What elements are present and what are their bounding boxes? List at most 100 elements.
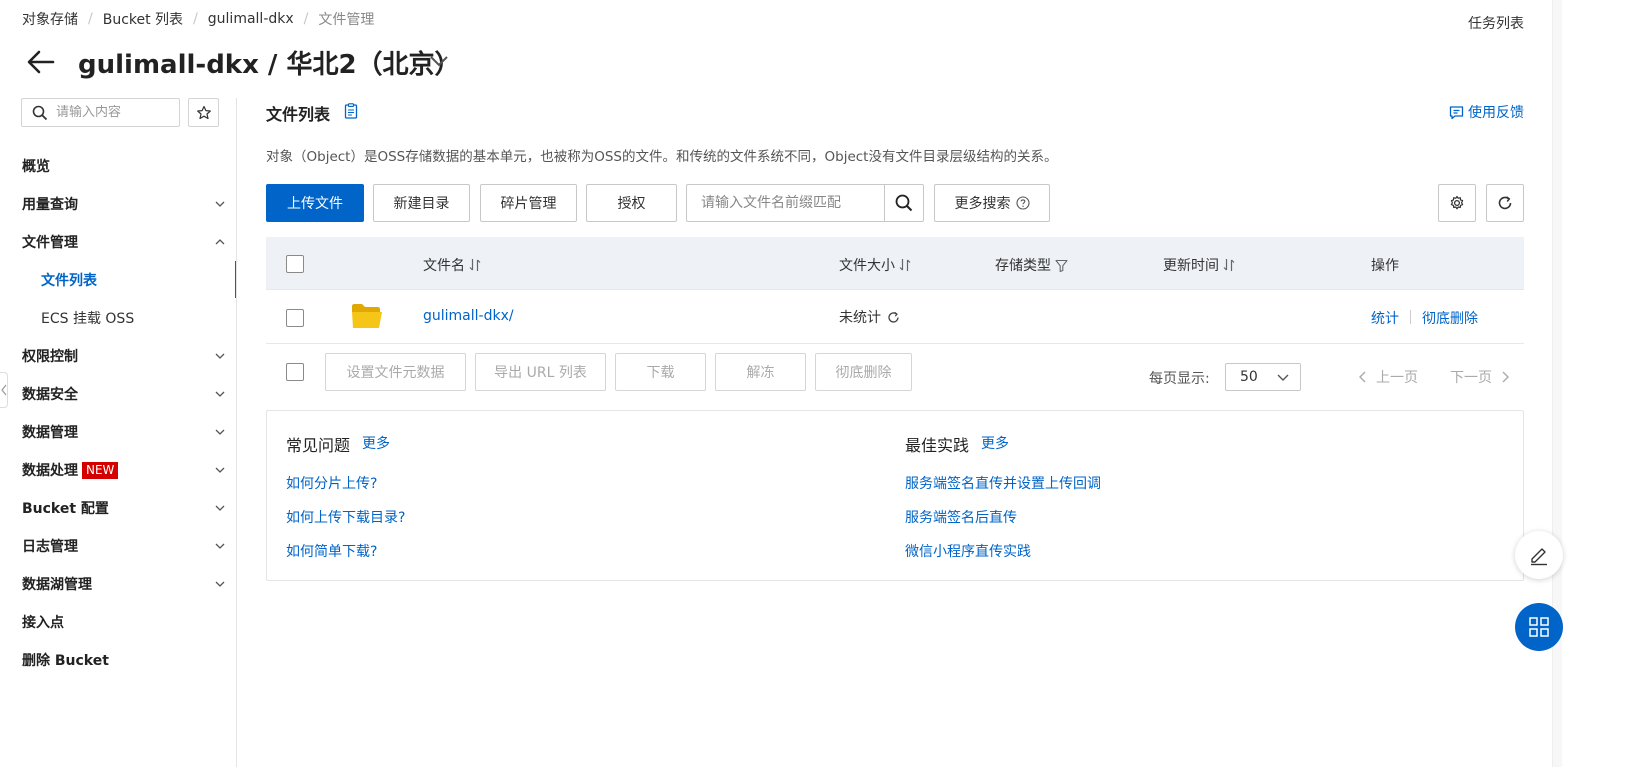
sidebar-item-data-lake[interactable]: 数据湖管理 [22,565,226,603]
breadcrumb-item-oss[interactable]: 对象存储 [22,9,78,29]
per-page-value: 50 [1240,369,1258,385]
help-panel [266,410,1524,581]
batch-delete-button[interactable]: 彻底删除 [815,353,912,391]
refresh-icon [1498,196,1512,210]
sidebar-item-label: 文件管理 [22,235,78,251]
gear-icon [1450,195,1464,210]
fragment-management-button[interactable]: 碎片管理 [480,184,577,222]
sidebar-item-label: 数据管理 [22,425,78,441]
doc-icon[interactable] [344,103,358,119]
breadcrumb: 对象存储 / Bucket 列表 / gulimall-dkx / 文件管理 [22,9,374,29]
task-list-link[interactable]: 任务列表 [1468,13,1524,33]
row-checkbox[interactable] [286,309,304,327]
new-badge: NEW [82,461,119,479]
page-title: gulimall-dkx / 华北2（北京） [78,50,461,80]
filter-icon [1055,259,1068,272]
sidebar-item-log-management[interactable]: 日志管理 [22,527,226,565]
next-page-label: 下一页 [1450,370,1492,386]
refresh-button[interactable] [1486,184,1524,222]
feedback-icon [1449,105,1464,119]
column-header-storage-type[interactable]: 存储类型 [995,255,1068,275]
feedback-label: 使用反馈 [1468,105,1524,121]
best-practice-link[interactable]: 服务端签名直传并设置上传回调 [905,473,1101,493]
row-divider [266,289,1524,290]
favorite-button[interactable] [188,98,219,127]
float-edit-button[interactable] [1515,531,1563,579]
per-page-select[interactable]: 50 [1225,363,1301,391]
chevron-down-icon[interactable] [428,50,450,72]
breadcrumb-item-bucket-list[interactable]: Bucket 列表 [103,9,183,29]
more-search-button[interactable]: 更多搜索 [934,184,1050,222]
download-button[interactable]: 下载 [615,353,706,391]
export-url-button[interactable]: 导出 URL 列表 [475,353,606,391]
batch-select-checkbox[interactable] [286,363,304,381]
column-header-actions: 操作 [1371,255,1399,275]
sidebar-divider [236,98,237,767]
breadcrumb-separator: / [303,11,309,27]
feedback-link[interactable]: 使用反馈 [1449,102,1524,122]
sidebar-item-access-control[interactable]: 权限控制 [22,337,226,375]
edit-icon [1531,548,1547,566]
right-scrollbar[interactable] [1552,0,1562,767]
best-practice-link[interactable]: 服务端签名后直传 [905,507,1017,527]
search-icon [895,194,913,212]
new-directory-button[interactable]: 新建目录 [373,184,470,222]
file-name-link[interactable]: gulimall-dkx/ [423,308,514,324]
per-page-label: 每页显示: [1149,371,1210,387]
sidebar-item-file-list[interactable]: 文件列表 [41,261,221,299]
faq-link[interactable]: 如何简单下载? [286,541,377,561]
next-page-button[interactable]: 下一页 [1450,367,1510,387]
upload-file-button[interactable]: 上传文件 [266,184,364,222]
refresh-icon[interactable] [887,311,900,324]
column-label: 更新时间 [1163,258,1219,274]
sidebar-search-input[interactable] [56,105,166,120]
chevron-down-icon [215,429,225,435]
faq-link[interactable]: 如何分片上传? [286,473,377,493]
prev-page-button[interactable]: 上一页 [1358,367,1418,387]
file-search-input[interactable] [687,185,884,221]
sidebar-item-ecs-mount[interactable]: ECS 挂载 OSS [41,299,221,337]
sidebar-item-label: 文件列表 [41,273,97,289]
sidebar-item-data-security[interactable]: 数据安全 [22,375,226,413]
sidebar-item-access-point[interactable]: 接入点 [22,603,226,641]
best-practice-title: 最佳实践 [905,436,970,455]
authorize-button[interactable]: 授权 [586,184,677,222]
sidebar-item-data-management[interactable]: 数据管理 [22,413,226,451]
column-header-updated[interactable]: 更新时间 [1163,255,1235,275]
chevron-down-icon [215,505,225,511]
more-search-label: 更多搜索 [954,196,1011,212]
permanent-delete-link[interactable]: 彻底删除 [1422,308,1478,328]
search-icon [32,105,48,120]
chevron-down-icon [215,391,225,397]
sidebar-item-label: Bucket 配置 [22,501,109,517]
star-icon [196,105,211,119]
unfreeze-button[interactable]: 解冻 [715,353,806,391]
breadcrumb-item-bucket[interactable]: gulimall-dkx [208,11,294,27]
float-apps-button[interactable] [1515,603,1563,651]
best-practice-link[interactable]: 微信小程序直传实践 [905,541,1031,561]
best-practice-more-link[interactable]: 更多 [981,433,1009,453]
sidebar-item-delete-bucket[interactable]: 删除 Bucket [22,641,226,679]
sidebar-item-label: 数据安全 [22,387,78,403]
back-arrow-icon[interactable] [26,47,56,77]
settings-button[interactable] [1438,184,1476,222]
stat-action-link[interactable]: 统计 [1371,308,1399,328]
sidebar-collapse-handle[interactable] [0,372,8,408]
faq-more-link[interactable]: 更多 [362,433,390,453]
column-label: 存储类型 [995,258,1051,274]
sidebar-item-usage[interactable]: 用量查询 [22,185,226,223]
sidebar-item-bucket-config[interactable]: Bucket 配置 [22,489,226,527]
sidebar-item-overview[interactable]: 概览 [22,147,226,185]
select-all-checkbox[interactable] [286,255,304,273]
chevron-right-icon [1502,371,1509,383]
file-search-button[interactable] [884,185,923,221]
faq-link[interactable]: 如何上传下载目录? [286,507,405,527]
column-header-filename[interactable]: 文件名 [423,255,481,275]
column-header-size[interactable]: 文件大小 [839,255,911,275]
help-circle-icon [1015,196,1030,210]
column-label: 文件大小 [839,258,895,274]
sidebar-item-file-management[interactable]: 文件管理 [22,223,226,261]
sidebar-item-data-processing[interactable]: 数据处理 NEW [22,451,226,489]
set-metadata-button[interactable]: 设置文件元数据 [325,353,466,391]
sidebar-item-label: 概览 [22,159,50,175]
